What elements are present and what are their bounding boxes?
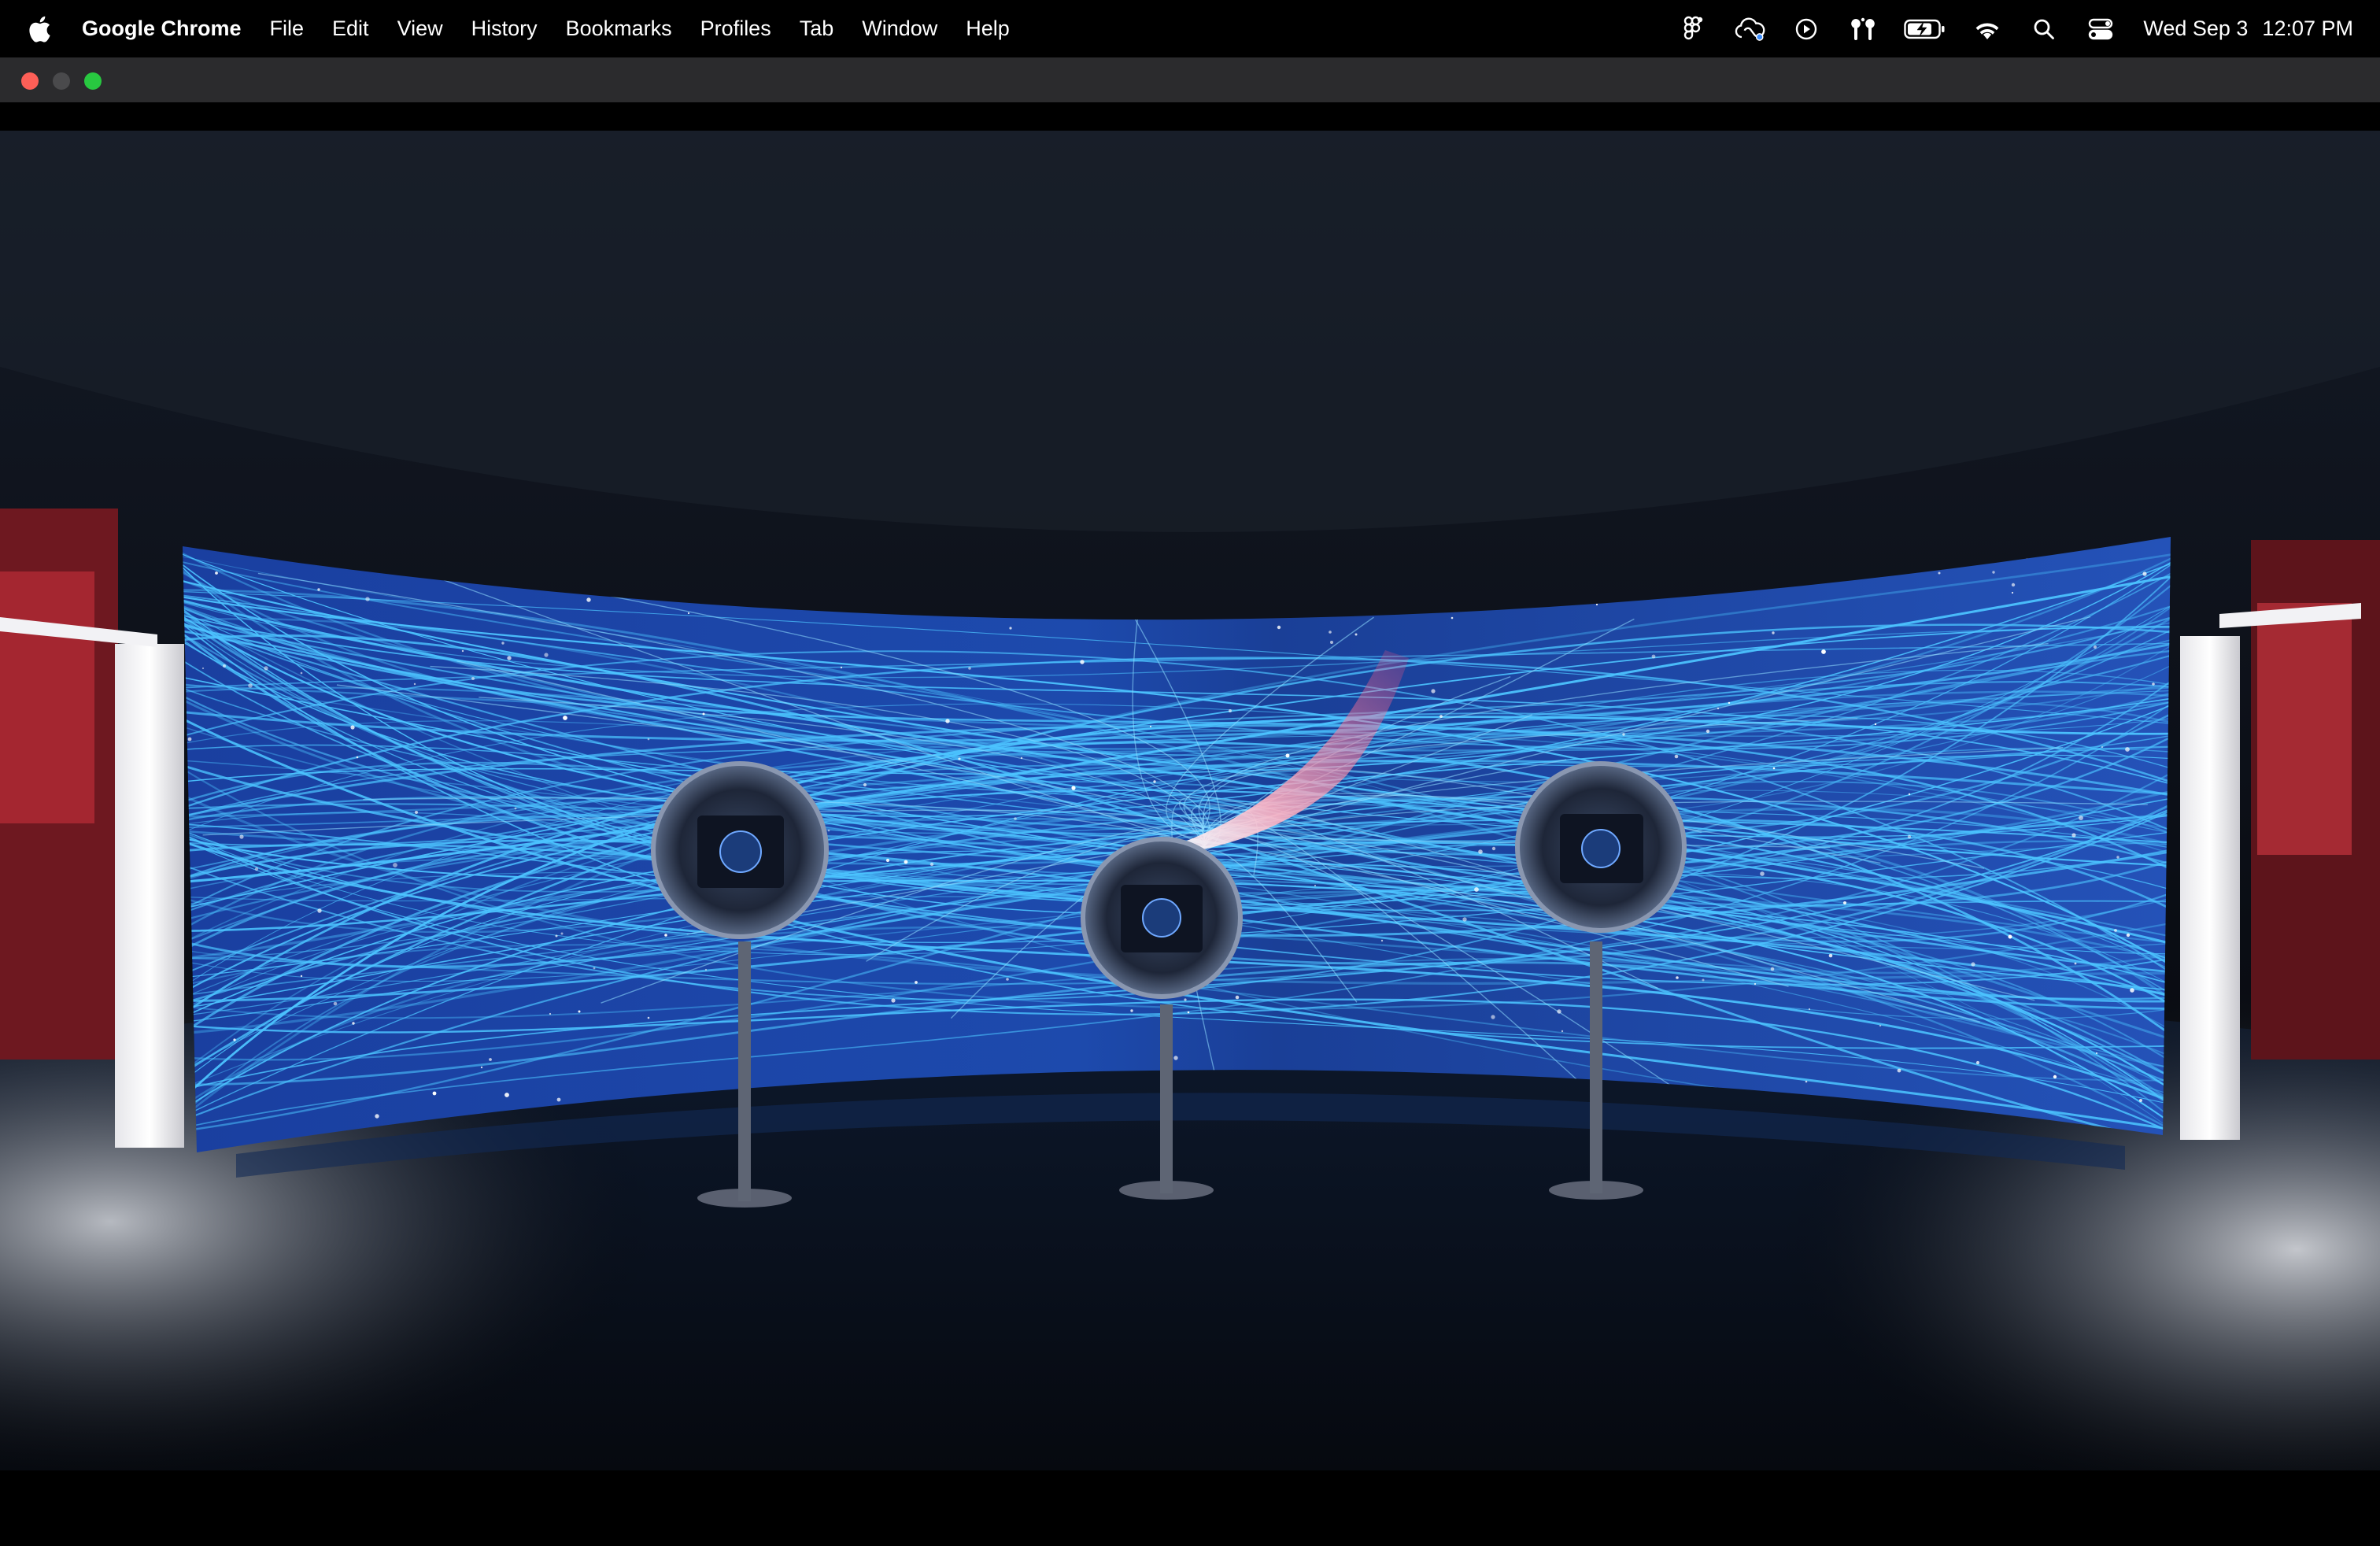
window-minimize-button[interactable] xyxy=(53,72,70,90)
battery-charging-icon[interactable] xyxy=(1904,13,1946,45)
menu-bar: Google Chrome File Edit View History Boo… xyxy=(0,0,2380,57)
window-close-button[interactable] xyxy=(21,72,39,90)
clock-time: 12:07 PM xyxy=(2262,17,2353,40)
control-center-icon[interactable] xyxy=(2085,13,2116,45)
menu-bookmarks[interactable]: Bookmarks xyxy=(566,17,672,41)
play-circle-icon[interactable] xyxy=(1791,13,1822,45)
spotlight-search-icon[interactable] xyxy=(2028,13,2060,45)
apple-menu-icon[interactable] xyxy=(27,14,52,44)
menu-window[interactable]: Window xyxy=(862,17,937,41)
window-titlebar xyxy=(0,57,2380,103)
figma-icon[interactable] xyxy=(1677,13,1709,45)
menu-clock[interactable]: Wed Sep 3 12:07 PM xyxy=(2143,17,2353,41)
clock-date: Wed Sep 3 xyxy=(2143,17,2249,40)
airpods-icon[interactable] xyxy=(1847,13,1879,45)
menu-file[interactable]: File xyxy=(270,17,305,41)
app-menu[interactable]: Google Chrome xyxy=(82,17,242,41)
menu-tab[interactable]: Tab xyxy=(800,17,834,41)
menu-history[interactable]: History xyxy=(471,17,538,41)
menu-help[interactable]: Help xyxy=(966,17,1010,41)
wifi-icon[interactable] xyxy=(1972,13,2003,45)
window-zoom-button[interactable] xyxy=(84,72,102,90)
menu-edit[interactable]: Edit xyxy=(332,17,369,41)
status-area: Wed Sep 3 12:07 PM xyxy=(1652,0,2353,57)
menu-profiles[interactable]: Profiles xyxy=(700,17,771,41)
video-player[interactable] xyxy=(0,102,2380,1546)
exhibition-room-image xyxy=(0,131,2380,1470)
creative-cloud-icon[interactable] xyxy=(1734,13,1765,45)
video-frame xyxy=(0,131,2380,1470)
menu-view[interactable]: View xyxy=(397,17,443,41)
